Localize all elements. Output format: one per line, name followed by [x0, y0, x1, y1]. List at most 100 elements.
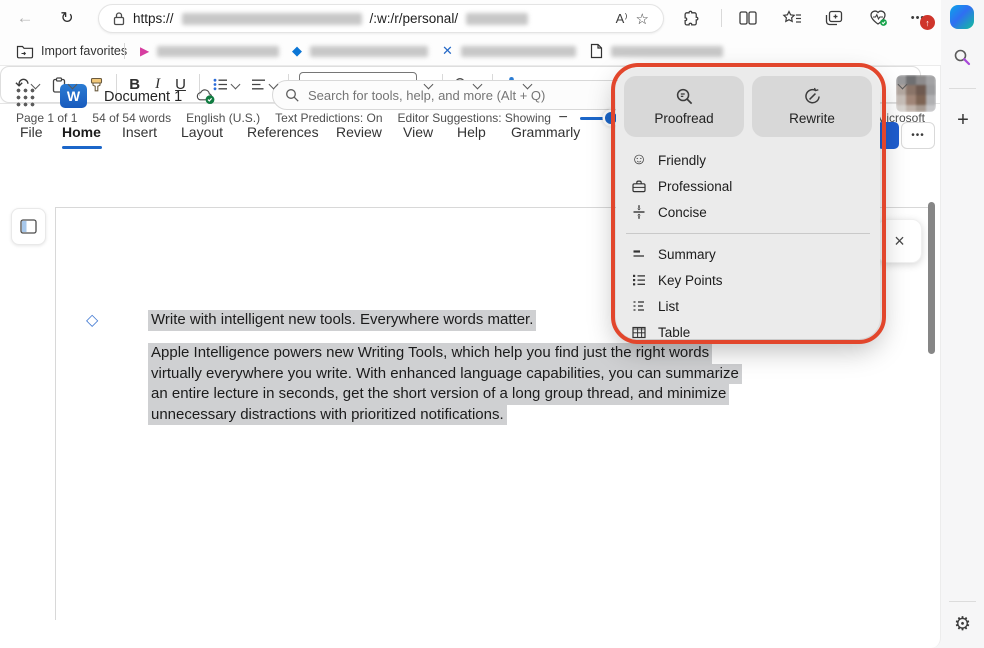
clipped-blue-button[interactable] [877, 122, 899, 149]
sidebar-search-icon[interactable] [952, 47, 972, 67]
toolbar-divider [721, 9, 722, 27]
tab-groups-icon[interactable] [823, 7, 845, 29]
browser-refresh-button[interactable]: ↻ [56, 6, 78, 30]
doc-heading: Write with intelligent new tools. Everyw… [148, 310, 536, 331]
split-screen-icon[interactable] [737, 7, 759, 29]
bookmarks-bar: Import favorites ▶ ◆ ✕ [0, 36, 941, 66]
bookmark-item[interactable]: ◆ [292, 40, 428, 62]
list-icon [630, 298, 648, 314]
sidebar-divider [949, 601, 976, 602]
tone-option-concise[interactable]: Concise [624, 199, 872, 225]
collections-icon[interactable] [781, 7, 803, 29]
rewrite-button[interactable]: Rewrite [752, 76, 872, 137]
favorite-star-icon[interactable]: ☆ [636, 10, 649, 28]
sidebar-gear-icon[interactable]: ⚙ [951, 612, 974, 636]
waffle-icon [15, 87, 35, 107]
status-page[interactable]: Page 1 of 1 [16, 111, 77, 125]
tone-label: Friendly [658, 153, 706, 168]
autosave-cloud-icon[interactable] [194, 87, 217, 110]
proofread-button[interactable]: Proofread [624, 76, 744, 137]
format-option-table[interactable]: Table [624, 319, 872, 345]
paintbrush-icon [89, 77, 104, 93]
edge-sidebar: + ⚙ [941, 0, 984, 648]
menu-more-button[interactable]: ••• [901, 122, 935, 149]
read-aloud-icon[interactable]: A⁾ [616, 11, 628, 27]
url-path-text: /:w:/r/personal/ [370, 11, 459, 26]
menu-item-home[interactable]: Home [62, 124, 101, 140]
align-button[interactable] [251, 78, 266, 91]
menu-item-insert[interactable]: Insert [122, 124, 157, 140]
menu-item-review[interactable]: Review [336, 124, 382, 140]
rewrite-icon [803, 87, 822, 106]
format-option-key-points[interactable]: Key Points [624, 267, 872, 293]
sidebar-toggle-icon [20, 219, 37, 234]
menu-item-help[interactable]: Help [457, 124, 486, 140]
import-favorites-label: Import favorites [41, 44, 127, 58]
redacted-bookmark-label [611, 46, 723, 57]
app-search-input[interactable] [308, 88, 608, 103]
lock-icon [113, 11, 125, 26]
format-painter-button[interactable] [89, 77, 104, 93]
doc-line: unnecessary distractions with prioritize… [148, 405, 507, 426]
menu-item-view[interactable]: View [403, 124, 433, 140]
app-search-bar[interactable] [272, 80, 640, 110]
browser-toolbar: ← ↻ https:// /:w:/r/personal/ A⁾ ☆ ••• ↑ [0, 0, 984, 36]
smiley-icon: ☺ [630, 151, 648, 169]
doc-line: Apple Intelligence powers new Writing To… [148, 343, 712, 364]
menu-item-layout[interactable]: Layout [181, 124, 223, 140]
bookmark-play-icon: ▶ [140, 44, 149, 58]
redacted-bookmark-label [461, 46, 576, 57]
menu-item-references[interactable]: References [247, 124, 319, 140]
address-bar[interactable]: https:// /:w:/r/personal/ A⁾ ☆ [98, 4, 664, 33]
proofread-icon [675, 87, 694, 106]
redacted-url-segment [182, 13, 362, 25]
app-launcher-button[interactable] [13, 85, 37, 109]
menu-item-file[interactable]: File [20, 124, 43, 140]
concise-icon [630, 204, 648, 220]
bookmarks-divider [124, 43, 125, 59]
bookmark-item[interactable]: ✕ [442, 40, 576, 62]
format-option-list[interactable]: List [624, 293, 872, 319]
rewrite-label: Rewrite [789, 111, 835, 126]
margin-copilot-marker[interactable]: ◇ [86, 310, 98, 330]
popup-divider [626, 233, 870, 234]
nav-pane-toggle[interactable] [11, 208, 46, 245]
doc-heading-text: Write with intelligent new tools. Everyw… [148, 310, 536, 331]
sidebar-add-button[interactable]: + [953, 108, 973, 132]
briefcase-icon [630, 179, 648, 194]
import-favorites-button[interactable]: Import favorites [16, 40, 127, 62]
format-option-summary[interactable]: Summary [624, 241, 872, 267]
status-editor-suggestions[interactable]: Editor Suggestions: Showing [398, 111, 551, 125]
format-label: List [658, 299, 679, 314]
doc-scrollbar[interactable] [928, 202, 935, 354]
redacted-bookmark-label [310, 46, 428, 57]
copilot-icon[interactable] [950, 5, 974, 29]
doc-line: an entire lecture in seconds, get the sh… [148, 384, 729, 405]
format-label: Key Points [658, 273, 723, 288]
list-chevron-icon[interactable] [230, 80, 240, 90]
document-title[interactable]: Document 1 [104, 89, 182, 105]
bookmark-item[interactable] [590, 40, 723, 62]
bookmark-item[interactable]: ▶ [140, 40, 279, 62]
status-text-predictions[interactable]: Text Predictions: On [275, 111, 382, 125]
proofread-label: Proofread [654, 111, 713, 126]
extensions-icon[interactable] [681, 7, 703, 29]
tone-option-professional[interactable]: Professional [624, 173, 872, 199]
browser-essentials-icon[interactable] [867, 7, 889, 29]
status-word-count[interactable]: 54 of 54 words [92, 111, 171, 125]
search-icon [285, 88, 300, 103]
doc-line: virtually everywhere you write. With enh… [148, 364, 742, 385]
page-icon [590, 43, 603, 59]
redacted-bookmark-label [157, 46, 279, 57]
update-badge: ↑ [920, 15, 935, 30]
format-label: Table [658, 325, 690, 340]
browser-back-button[interactable]: ← [14, 6, 36, 30]
writing-tools-popup: Proofread Rewrite ☺ Friendly Professiona… [616, 68, 880, 339]
tone-option-friendly[interactable]: ☺ Friendly [624, 147, 872, 173]
align-icon [251, 78, 266, 91]
menu-item-grammarly[interactable]: Grammarly [511, 124, 580, 140]
close-button[interactable]: × [877, 219, 922, 263]
key-points-icon [630, 272, 648, 288]
status-language[interactable]: English (U.S.) [186, 111, 260, 125]
url-scheme-text: https:// [133, 11, 174, 26]
